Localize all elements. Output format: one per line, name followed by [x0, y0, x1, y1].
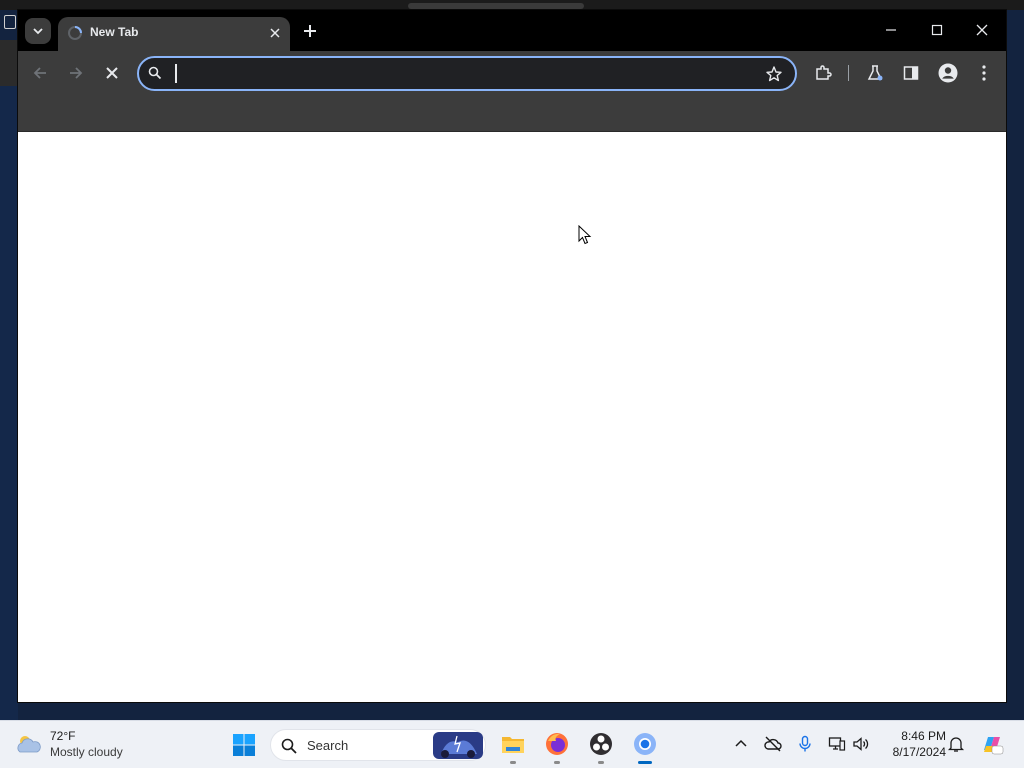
text-caret	[175, 64, 177, 83]
desktop-window-icon	[4, 15, 16, 29]
minimize-icon	[886, 29, 896, 31]
maximize-button[interactable]	[921, 16, 953, 44]
notification-bell-icon[interactable]	[947, 735, 965, 753]
flask-icon	[867, 65, 883, 81]
new-tab-button[interactable]	[299, 20, 321, 42]
profile-button[interactable]	[936, 61, 960, 85]
chevron-up-icon[interactable]	[732, 735, 750, 753]
chrome-window: New Tab	[18, 10, 1006, 702]
app-running-indicator	[554, 761, 560, 764]
chevron-down-icon	[33, 28, 43, 35]
more-vertical-icon	[982, 65, 986, 81]
avatar-icon	[938, 63, 958, 83]
address-input[interactable]	[173, 62, 733, 86]
top-bar-handle	[408, 3, 584, 9]
toolbar-separator	[848, 65, 849, 81]
minimize-button[interactable]	[875, 16, 907, 44]
close-window-button[interactable]	[966, 16, 998, 44]
app-running-indicator	[598, 761, 604, 764]
tab-strip: New Tab	[18, 10, 1006, 51]
search-icon	[148, 66, 162, 80]
puzzle-icon	[816, 65, 832, 80]
copilot-icon[interactable]	[980, 732, 1004, 756]
windows-start-icon[interactable]	[232, 733, 256, 757]
search-label: Search	[307, 738, 349, 753]
stop-loading-button[interactable]	[100, 61, 124, 85]
search-highlight-icon	[433, 732, 483, 759]
desktop-background	[0, 40, 18, 720]
extensions-button[interactable]	[811, 61, 835, 85]
back-button[interactable]	[28, 61, 52, 85]
loading-spinner-icon	[68, 26, 82, 40]
firefox-icon[interactable]	[544, 731, 570, 757]
weather-temperature: 72°F	[50, 729, 76, 743]
tab-search-button[interactable]	[25, 18, 51, 44]
cloud-offline-icon[interactable]	[764, 735, 782, 753]
address-bar[interactable]	[137, 56, 797, 91]
taskbar: 72°F Mostly cloudy Search 8:46 PM 8/17/2…	[0, 720, 1024, 768]
side-panel-icon	[903, 66, 919, 80]
search-icon	[281, 738, 297, 754]
obs-studio-icon[interactable]	[588, 731, 614, 757]
bookmarks-bar	[18, 95, 1006, 132]
arrow-left-icon	[33, 67, 46, 79]
close-icon	[106, 67, 118, 79]
cloudy-weather-icon	[17, 736, 41, 753]
clock-date: 8/17/2024	[892, 745, 946, 759]
desktop-top-bar	[0, 0, 1024, 10]
plus-icon	[304, 25, 316, 37]
chrome-labs-button[interactable]	[863, 61, 887, 85]
tab-title: New Tab	[90, 25, 139, 39]
arrow-right-icon	[70, 67, 83, 79]
app-running-indicator	[510, 761, 516, 764]
browser-toolbar	[18, 51, 1006, 95]
active-app-indicator	[638, 761, 652, 764]
close-icon	[976, 24, 988, 36]
tab-new-tab[interactable]: New Tab	[58, 17, 290, 51]
background-window-edge	[0, 40, 18, 86]
network-icon[interactable]	[828, 735, 846, 753]
weather-condition: Mostly cloudy	[50, 745, 123, 759]
tab-close-button[interactable]	[266, 24, 284, 42]
taskbar-search[interactable]: Search	[270, 729, 486, 761]
chrome-menu-button[interactable]	[972, 61, 996, 85]
page-content[interactable]	[18, 132, 1006, 702]
bookmark-star-icon[interactable]	[765, 65, 783, 83]
volume-icon[interactable]	[852, 735, 870, 753]
side-panel-button[interactable]	[899, 61, 923, 85]
maximize-icon	[931, 24, 943, 36]
system-clock[interactable]: 8:46 PM 8/17/2024	[880, 729, 946, 759]
chrome-icon[interactable]	[632, 731, 658, 757]
forward-button[interactable]	[64, 61, 88, 85]
microphone-icon[interactable]	[796, 735, 814, 753]
file-explorer-icon[interactable]	[500, 731, 526, 757]
clock-time: 8:46 PM	[901, 729, 946, 743]
mouse-cursor-icon	[578, 225, 592, 245]
close-icon	[270, 28, 280, 38]
